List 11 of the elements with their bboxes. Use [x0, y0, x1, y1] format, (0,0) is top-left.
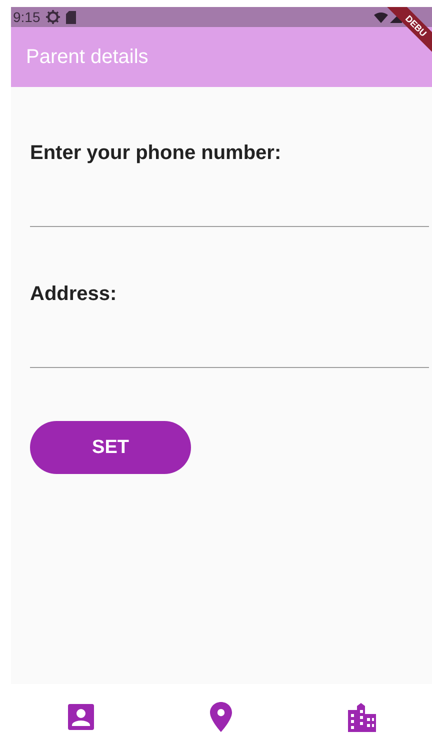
- gear-icon: [46, 10, 60, 24]
- set-button[interactable]: SET: [30, 421, 191, 474]
- location-pin-icon[interactable]: [210, 702, 232, 732]
- wifi-icon: [374, 12, 388, 22]
- sd-card-icon: [66, 10, 76, 24]
- building-icon[interactable]: [346, 702, 377, 732]
- app-bar-title: Parent details: [26, 46, 148, 68]
- field-label: Address:: [30, 282, 118, 306]
- contact-card-icon[interactable]: [67, 702, 96, 730]
- field-label: Enter your phone number:: [30, 141, 282, 165]
- status-time: 9:15: [13, 9, 40, 25]
